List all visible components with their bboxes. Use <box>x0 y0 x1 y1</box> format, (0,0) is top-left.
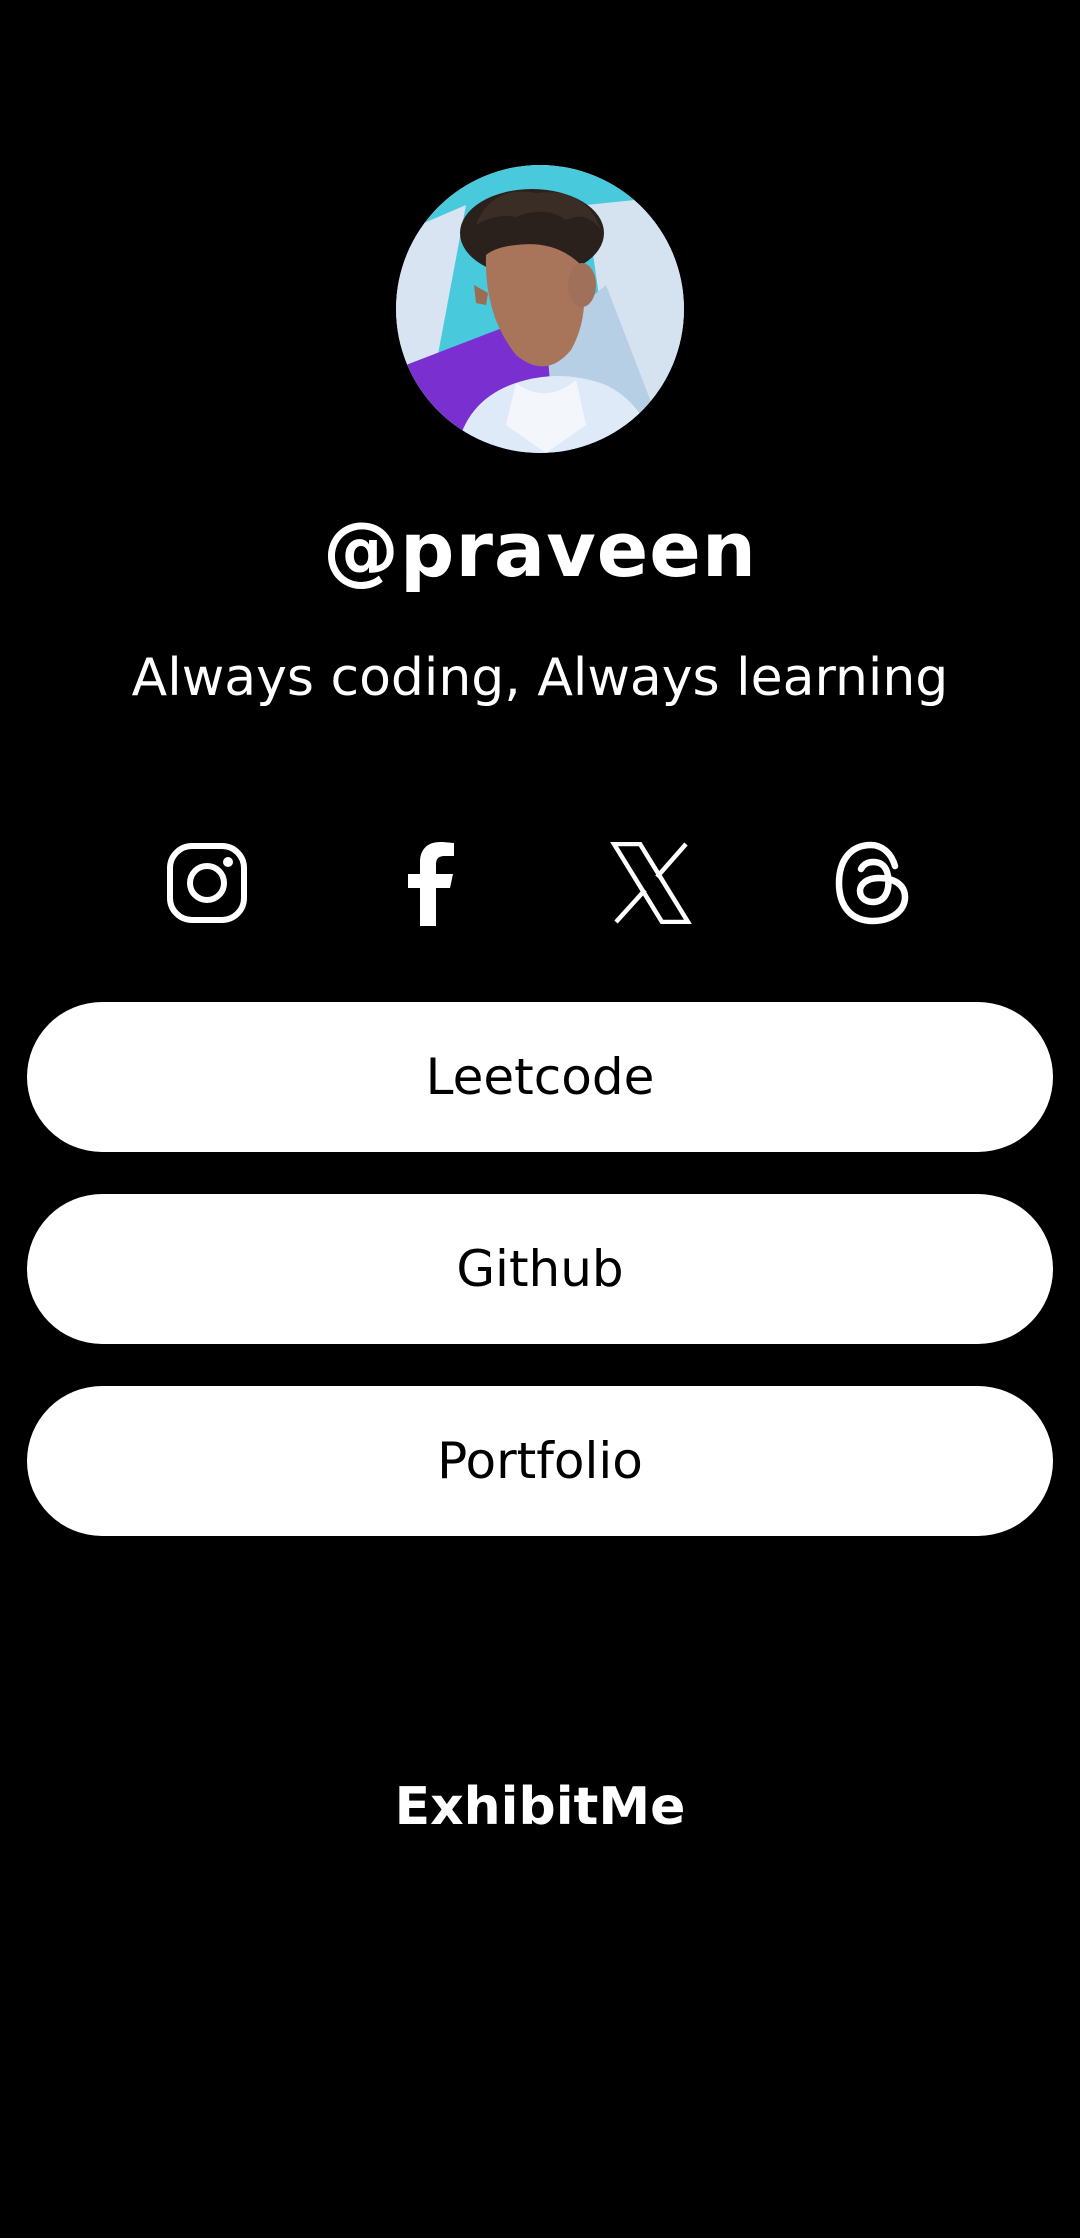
x-icon <box>610 842 692 924</box>
brand-footer[interactable]: ExhibitMe <box>0 1775 1080 1839</box>
facebook-icon <box>408 842 454 926</box>
profile-page: @praveen Always coding, Always learning <box>0 0 1080 2238</box>
social-links <box>0 838 1080 928</box>
facebook-link[interactable] <box>386 838 476 928</box>
username: @praveen <box>323 505 757 594</box>
github-link-button[interactable]: Github <box>27 1194 1053 1344</box>
portfolio-link-label: Portfolio <box>437 1432 643 1490</box>
leetcode-link-label: Leetcode <box>425 1048 655 1106</box>
portfolio-link-button[interactable]: Portfolio <box>27 1386 1053 1536</box>
avatar <box>396 165 684 453</box>
threads-icon <box>835 841 909 925</box>
profile-photo-image <box>396 165 684 453</box>
threads-link[interactable] <box>828 838 918 928</box>
github-link-label: Github <box>456 1240 624 1298</box>
leetcode-link-button[interactable]: Leetcode <box>27 1002 1053 1152</box>
x-link[interactable] <box>606 838 696 928</box>
bio-text: Always coding, Always learning <box>131 648 949 708</box>
instagram-link[interactable] <box>162 838 252 928</box>
instagram-icon <box>167 843 247 923</box>
